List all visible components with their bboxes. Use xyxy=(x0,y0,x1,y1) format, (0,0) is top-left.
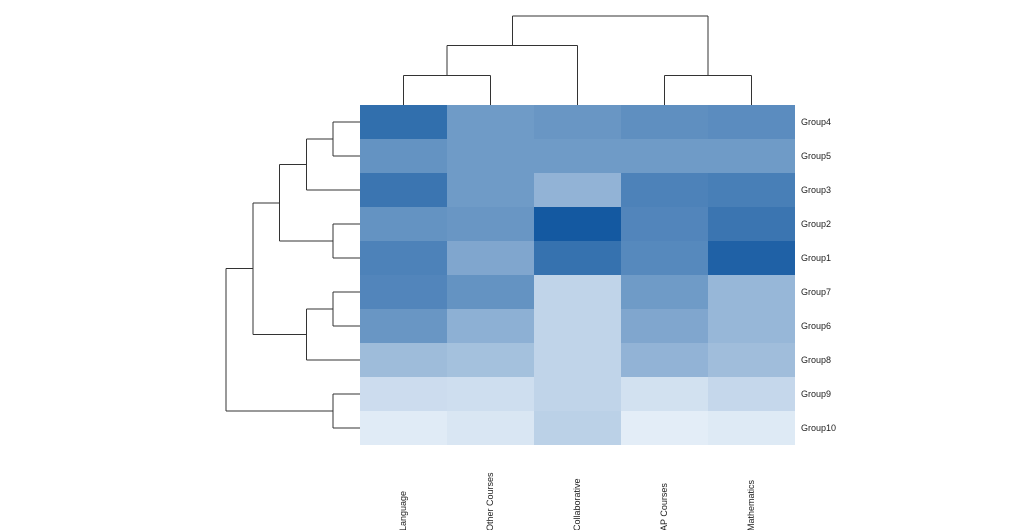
row-label: Group2 xyxy=(801,207,836,241)
heatmap-cell xyxy=(360,343,447,377)
column-label: Other Courses xyxy=(447,451,534,530)
heatmap-grid xyxy=(360,105,795,445)
heatmap-cell xyxy=(534,309,621,343)
row-label: Group3 xyxy=(801,173,836,207)
heatmap-cell xyxy=(534,139,621,173)
heatmap-cell xyxy=(534,343,621,377)
heatmap-cell xyxy=(534,105,621,139)
row-label: Group5 xyxy=(801,139,836,173)
clustered-heatmap: Group4Group5Group3Group2Group1Group7Grou… xyxy=(0,0,1024,530)
heatmap-cell xyxy=(708,377,795,411)
row-label: Group1 xyxy=(801,241,836,275)
column-label: Mathematics xyxy=(708,451,795,530)
row-label: Group6 xyxy=(801,309,836,343)
heatmap-cell xyxy=(708,139,795,173)
heatmap-cell xyxy=(708,275,795,309)
heatmap-cell xyxy=(534,241,621,275)
heatmap-cell xyxy=(360,309,447,343)
row-labels: Group4Group5Group3Group2Group1Group7Grou… xyxy=(801,105,836,445)
heatmap-cell xyxy=(447,207,534,241)
row-label: Group9 xyxy=(801,377,836,411)
heatmap-cell xyxy=(708,105,795,139)
row-label: Group4 xyxy=(801,105,836,139)
heatmap-cell xyxy=(360,105,447,139)
heatmap-cell xyxy=(447,139,534,173)
heatmap-cell xyxy=(621,343,708,377)
heatmap-cell xyxy=(708,241,795,275)
heatmap-cell xyxy=(621,105,708,139)
heatmap-cell xyxy=(708,343,795,377)
column-label: AP Courses xyxy=(621,451,708,530)
column-dendrogram xyxy=(360,10,795,105)
heatmap-cell xyxy=(534,377,621,411)
heatmap-cell xyxy=(447,377,534,411)
heatmap-cell xyxy=(708,173,795,207)
heatmap-cell xyxy=(534,411,621,445)
heatmap-cell xyxy=(534,173,621,207)
heatmap-cell xyxy=(708,411,795,445)
row-label: Group10 xyxy=(801,411,836,445)
heatmap-cell xyxy=(621,207,708,241)
heatmap-cell xyxy=(534,275,621,309)
heatmap-cell xyxy=(534,207,621,241)
heatmap-cell xyxy=(447,173,534,207)
row-label: Group7 xyxy=(801,275,836,309)
heatmap-cell xyxy=(360,173,447,207)
heatmap-cell xyxy=(621,411,708,445)
heatmap-cell xyxy=(447,241,534,275)
heatmap-cell xyxy=(621,139,708,173)
column-label: Collaborative xyxy=(534,451,621,530)
heatmap-cell xyxy=(621,241,708,275)
heatmap-cell xyxy=(360,275,447,309)
heatmap-cell xyxy=(621,377,708,411)
heatmap-cell xyxy=(708,309,795,343)
row-label: Group8 xyxy=(801,343,836,377)
heatmap-cell xyxy=(447,275,534,309)
heatmap-cell xyxy=(621,275,708,309)
column-labels: LanguageOther CoursesCollaborativeAP Cou… xyxy=(360,451,795,530)
heatmap-cell xyxy=(447,411,534,445)
row-dendrogram xyxy=(220,105,360,445)
heatmap-cell xyxy=(708,207,795,241)
column-label: Language xyxy=(360,451,447,530)
heatmap-cell xyxy=(360,411,447,445)
heatmap-cell xyxy=(447,309,534,343)
heatmap-cell xyxy=(447,105,534,139)
heatmap-cell xyxy=(360,377,447,411)
heatmap-cell xyxy=(360,207,447,241)
heatmap-cell xyxy=(360,241,447,275)
heatmap-cell xyxy=(621,309,708,343)
heatmap-cell xyxy=(360,139,447,173)
heatmap-cell xyxy=(447,343,534,377)
heatmap-cell xyxy=(621,173,708,207)
